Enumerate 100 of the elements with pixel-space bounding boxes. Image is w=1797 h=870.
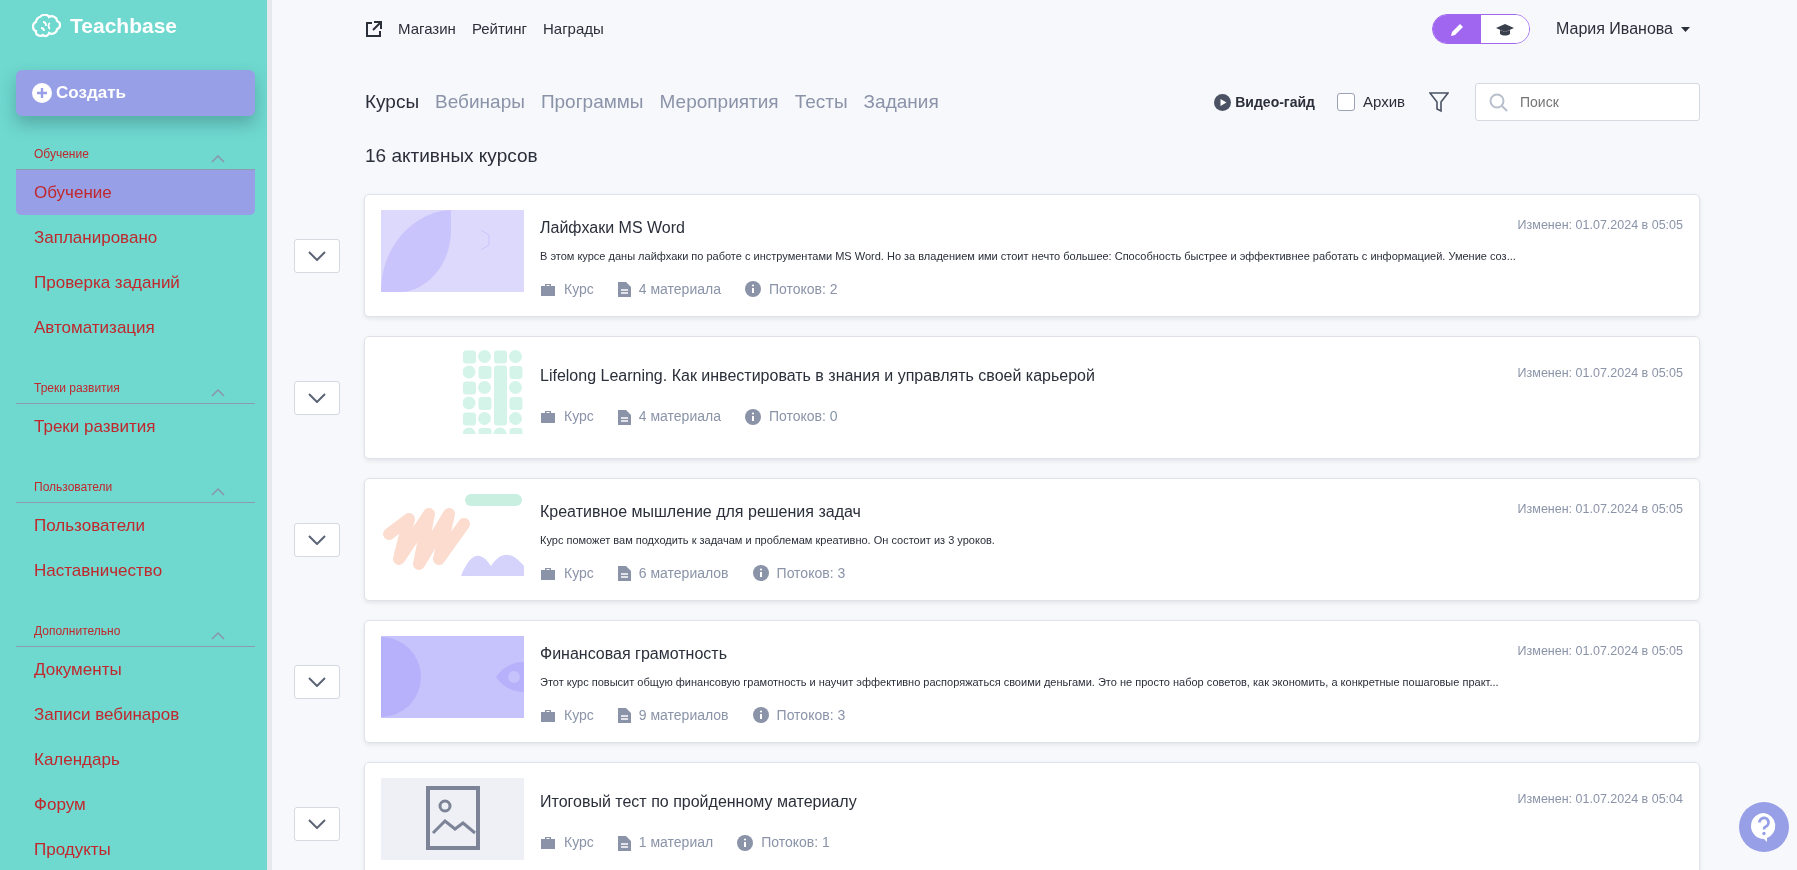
modified-date: Изменен: 01.07.2024 в 05:05 [1517,501,1683,518]
info-icon [744,408,761,425]
nav-link[interactable]: Награды [542,17,604,41]
document-icon [617,281,631,297]
course-card[interactable]: Креативное мышление для решения задач Изменен: 01.07.2024 в 05:05 Курс поможет вам подходить к задачам и проблемам креативно. Он состоит из 3 уроков. Курс 6 материалов Потоков: 3 [364,478,1700,601]
chevron-down-icon [308,818,326,829]
streams-count: Потоков: 3 [776,563,846,583]
sidebar-item[interactable]: Продукты [16,827,255,870]
document-icon [617,565,631,581]
course-title[interactable]: Лайфхаки MS Word [540,216,685,240]
info-icon [752,565,769,581]
course-card[interactable] [364,620,1700,743]
sidebar-item[interactable]: Проверка заданий [16,260,255,305]
chevron-down-icon [308,392,326,403]
document-icon [617,834,631,851]
materials-count: 6 материалов [638,563,729,583]
tab[interactable]: Тесты [794,87,848,117]
course-type: Курс [564,705,594,725]
sidebar-item[interactable]: Записи вебинаров [16,692,255,737]
course-card[interactable]: Итоговый тест по пройденному материалу Изменен: 01.07.2024 в 05:04 Курс 1 материал Потоков: 1 [364,762,1700,870]
info-icon [752,707,769,723]
nav-link[interactable]: Рейтинг [471,17,527,41]
sidebar-item[interactable]: Обучение [16,170,255,215]
course-type: Курс [564,407,594,426]
course-title[interactable]: Креативное мышление для решения задач [540,500,861,524]
pencil-icon [1449,22,1464,37]
sidebar-item[interactable]: Календарь [16,737,255,782]
section-header: Треки развития [34,380,120,397]
image-icon [426,786,480,850]
section-header: Пользователи [34,479,113,496]
materials-count: 4 материала [638,279,721,299]
briefcase-icon [540,835,556,850]
materials-count: 1 материал [638,833,714,852]
course-title[interactable]: Lifelong Learning. Как инвестировать в знания и управлять своей карьерой [540,364,1095,388]
chevron-down-icon [308,534,326,545]
plus-icon [32,83,52,103]
user-name[interactable]: Мария Иванова [1555,17,1673,41]
briefcase-icon [540,281,556,297]
briefcase-icon [540,565,556,581]
info-icon [737,834,754,851]
course-card[interactable]: Lifelong Learning. Как инвестировать в знания и управлять своей карьерой Изменен: 01.07.2024 в 05:05 Курс 4 материала Потоков: 0 [364,336,1700,459]
tab[interactable]: Вебинары [435,87,525,117]
sidebar-item[interactable]: Форум [16,782,255,827]
section-header: Обучение [34,146,89,163]
search-field[interactable]: Поиск [1475,83,1700,121]
archive-label: Архив [1362,91,1405,112]
course-type: Курс [564,279,594,299]
edit-mode-button[interactable] [1432,15,1481,43]
sidebar-item[interactable]: Автоматизация [16,305,255,350]
course-description: Курс поможет вам подходить к задачам и проблемам креативно. Он состоит из 3 уроков. [540,533,996,548]
sidebar-item[interactable]: Наставничество [16,548,255,593]
sidebar-item[interactable]: Треки развития [16,404,255,449]
expand-button[interactable] [294,238,340,273]
modified-date: Изменен: 01.07.2024 в 05:05 [1517,217,1683,234]
section-header: Дополнительно [34,623,121,640]
play-icon [1214,93,1232,111]
mode-toggle[interactable] [1431,14,1530,44]
expand-button[interactable] [294,380,340,415]
expand-button[interactable] [294,664,340,699]
sidebar-item[interactable]: Запланировано [16,215,255,260]
archive-checkbox[interactable] [1336,93,1355,111]
briefcase-icon [540,409,556,424]
streams-count: Потоков: 1 [761,833,830,852]
course-card[interactable] [364,194,1700,317]
streams-count: Потоков: 2 [768,279,838,299]
help-icon [1750,812,1778,842]
course-type: Курс [564,563,594,583]
create-button[interactable]: Создать [16,70,255,116]
help-button[interactable] [1739,802,1789,852]
course-title[interactable]: Финансовая грамотность [540,642,727,666]
tab[interactable]: Курсы [365,87,420,117]
sidebar-item[interactable]: Документы [16,647,255,692]
nav-link[interactable]: Магазин [398,17,456,41]
course-description: В этом курсе даны лайфхаки по работе с инструментами MS Word. Но за владением ими стоит нечто большее: Способность быстрее и эффективнее работать с информацией. Умение соз... [540,249,1517,264]
expand-button[interactable] [294,806,340,841]
filter-icon[interactable] [1429,91,1449,113]
course-title[interactable]: Итоговый тест по пройденному материалу [540,790,857,814]
briefcase-icon [540,707,556,723]
external-link-icon [365,20,382,38]
streams-count: Потоков: 3 [776,705,846,725]
tab[interactable]: Мероприятия [659,87,779,117]
video-guide-button[interactable]: Видео-гайд [1208,90,1321,114]
tab[interactable]: Программы [540,87,644,117]
courses-count: 16 активных курсов [365,144,539,168]
modified-date: Изменен: 01.07.2024 в 05:04 [1517,791,1683,808]
sidebar-item[interactable]: Пользователи [16,503,255,548]
expand-button[interactable] [294,522,340,557]
materials-count: 9 материалов [638,705,729,725]
document-icon [617,408,631,425]
graduation-cap-icon [1495,23,1514,37]
materials-count: 4 материала [638,407,721,426]
document-icon [617,707,631,723]
modified-date: Изменен: 01.07.2024 в 05:05 [1517,365,1683,382]
modified-date: Изменен: 01.07.2024 в 05:05 [1517,643,1683,660]
caret-down-icon [1681,26,1690,32]
learn-mode-button[interactable] [1480,15,1529,43]
course-type: Курс [564,833,594,852]
tab[interactable]: Задания [863,87,939,117]
chevron-down-icon [308,676,326,687]
info-icon [744,281,761,297]
